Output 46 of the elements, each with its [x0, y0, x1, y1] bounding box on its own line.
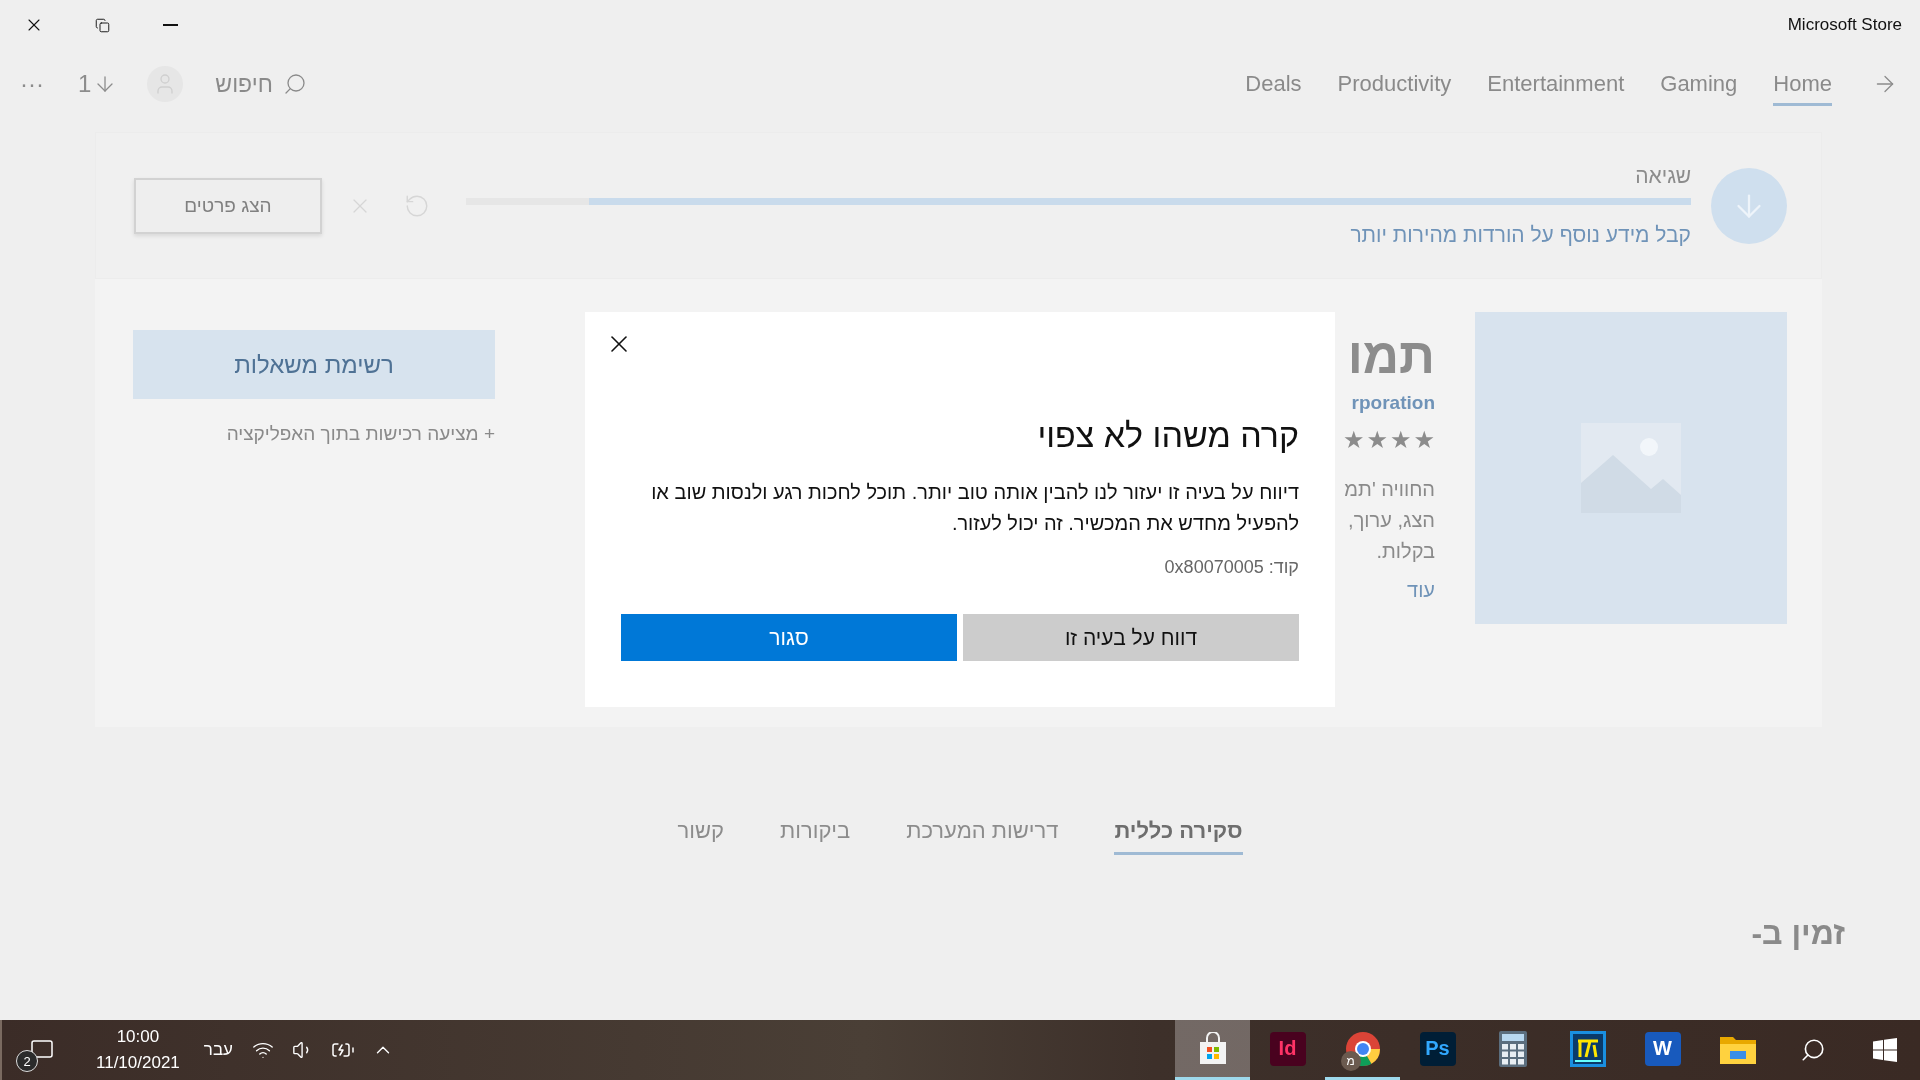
calculator-icon	[1498, 1030, 1527, 1067]
app-title: תמו	[1347, 327, 1435, 386]
more-button[interactable]: ···	[16, 70, 48, 98]
dialog-message: דיווח על בעיה זו יעזור לנו להבין אותה טוב יותר. תוכל לחכות רגע ולנסות שוב או להפעיל מחדש את המכשיר. זה יכול לעזור.	[650, 480, 1299, 536]
nav-tab[interactable]: Productivity	[1337, 62, 1452, 106]
publisher-link[interactable]: rporation	[1351, 392, 1435, 414]
nav-tab[interactable]: Gaming	[1660, 62, 1738, 106]
section-tab[interactable]: סקירה כללית	[1114, 812, 1243, 855]
description-line: בקלות.	[1376, 539, 1435, 564]
error-code: קוד: 0x80070005	[1164, 557, 1299, 578]
details-button[interactable]: הצג פרטים	[134, 177, 322, 234]
star-rating: ★ ★ ★ ★	[1342, 428, 1435, 452]
section-tab[interactable]: דרישות המערכת	[906, 812, 1059, 855]
restore-icon	[94, 17, 110, 33]
taskbar-app-button[interactable]	[1175, 1020, 1250, 1080]
taskbar-app-button[interactable]: Id	[1250, 1020, 1325, 1080]
app-icon	[1569, 1030, 1606, 1067]
description-line: הצג, ערוך,	[1348, 508, 1435, 533]
word-icon: W	[1644, 1031, 1681, 1066]
notifications-button[interactable]: 2	[2, 1020, 82, 1080]
more-link[interactable]: עוד	[1407, 579, 1435, 602]
taskbar-app-button[interactable]: Ps	[1400, 1020, 1475, 1080]
photoshop-icon: Ps	[1419, 1031, 1456, 1066]
downloads-button[interactable]: 1	[74, 70, 122, 98]
dialog-title: קרה משהו לא צפוי	[1037, 416, 1299, 455]
description-line: החוויה 'תמ	[1344, 477, 1435, 502]
download-status: שגיאה	[1635, 164, 1691, 188]
download-info-link[interactable]: קבל מידע נוסף על הורדות מהירות יותר	[1350, 223, 1691, 247]
minimize-icon	[162, 24, 178, 26]
in-app-purchases-note: + מציעה רכישות בתוך האפליקציה	[225, 423, 495, 445]
dialog-button[interactable]: סגור	[621, 614, 957, 661]
nav-tab[interactable]: Deals	[1245, 62, 1302, 106]
section-tab[interactable]: ביקורות	[780, 812, 851, 855]
section-tab[interactable]: קשור	[677, 812, 724, 855]
wishlist-button[interactable]: רשימת משאלות	[133, 330, 495, 399]
nav-tab[interactable]: Home	[1773, 62, 1832, 106]
taskbar-app-button[interactable]: W	[1625, 1020, 1700, 1080]
clock[interactable]: 10:00 11/10/2021	[82, 1024, 194, 1076]
dialog-button[interactable]: דווח על בעיה זו	[963, 614, 1299, 661]
taskbar-app-button[interactable]: מ	[1325, 1020, 1400, 1080]
window-title: Microsoft Store	[1787, 15, 1902, 35]
nav-tab[interactable]: Entertainment	[1487, 62, 1625, 106]
available-heading: זמין ב-	[1751, 915, 1845, 952]
search-button[interactable]: חיפוש	[209, 69, 313, 99]
indesign-icon: Id	[1269, 1031, 1306, 1066]
language-indicator[interactable]: עבר	[193, 1040, 243, 1060]
